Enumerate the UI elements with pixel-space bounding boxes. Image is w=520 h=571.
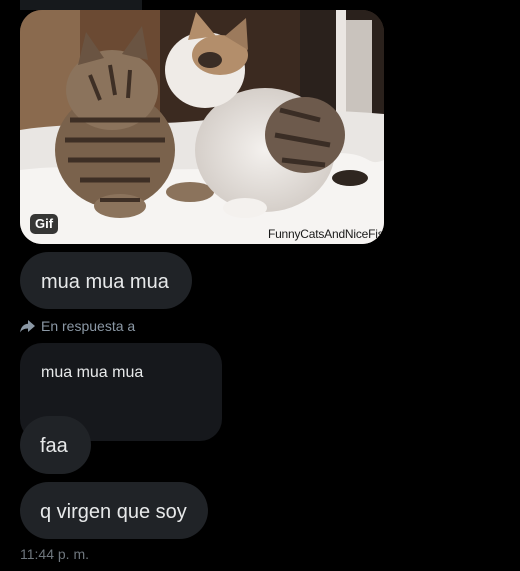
message-text: mua mua mua bbox=[41, 271, 169, 293]
message-timestamp: 11:44 p. m. bbox=[20, 546, 90, 562]
message-bubble[interactable]: faa bbox=[20, 416, 91, 474]
dm-conversation: Gif FunnyCatsAndNiceFish mua mua mua En … bbox=[0, 0, 520, 571]
gif-badge: Gif bbox=[30, 214, 59, 234]
kittens-gif-image bbox=[20, 10, 384, 244]
gif-message[interactable]: Gif FunnyCatsAndNiceFish bbox=[20, 10, 384, 244]
gif-watermark: FunnyCatsAndNiceFish bbox=[267, 227, 384, 241]
reply-arrow-icon bbox=[20, 319, 35, 332]
message-text: q virgen que soy bbox=[40, 501, 187, 523]
reply-indicator: En respuesta a bbox=[20, 317, 135, 335]
previous-message-edge bbox=[20, 0, 142, 10]
message-text: faa bbox=[40, 435, 68, 457]
reply-label: En respuesta a bbox=[41, 318, 136, 334]
message-bubble[interactable]: q virgen que soy bbox=[20, 482, 208, 539]
quoted-message-text: mua mua mua bbox=[41, 364, 144, 381]
message-bubble[interactable]: mua mua mua bbox=[20, 252, 192, 309]
